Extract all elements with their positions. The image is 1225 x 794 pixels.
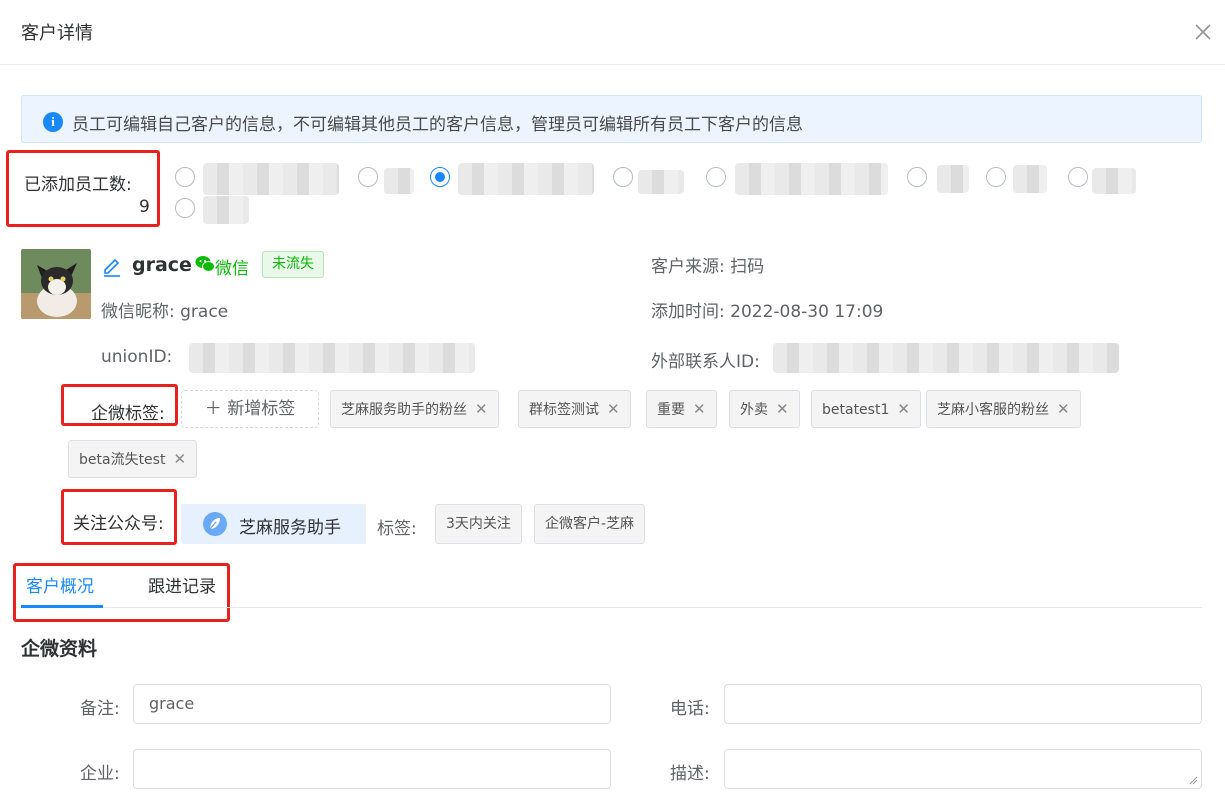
status-badge: 未流失 [262,251,324,278]
customer-avatar [21,249,91,319]
tags-label: 企微标签: [91,404,165,424]
unionid-redacted [189,343,475,373]
tag-remove-icon[interactable]: ✕ [173,450,186,468]
staff-radio-selected[interactable] [430,167,450,187]
phone-label: 电话: [670,699,710,719]
tag-remove-icon[interactable]: ✕ [475,400,488,418]
resize-handle-icon[interactable] [1189,776,1198,785]
unionid-label: unionID: [101,347,173,367]
tab-overview[interactable]: 客户概况 [26,572,94,597]
phone-input[interactable] [724,684,1202,724]
official-account-card: 芝麻服务助手 [181,504,366,544]
info-notice: i 员工可编辑自己客户的信息，不可编辑其他员工的客户信息，管理员可编辑所有员工下… [21,95,1202,143]
tag-chip-label: beta流失test [79,452,166,468]
active-tab-indicator [21,605,103,608]
official-account-tag: 3天内关注 [435,504,522,544]
tag-chip: beta流失test ✕ [68,440,198,478]
remark-label: 备注: [80,699,120,719]
tag-chip: 重要 ✕ [646,390,717,428]
tag-chip-label: 外卖 [740,402,768,418]
staff-name-redacted [1013,165,1047,193]
staff-name-redacted [203,163,339,195]
official-account-label: 关注公众号: [73,514,164,534]
tag-chip-label: betatest1 [822,402,890,418]
info-icon: i [43,112,63,132]
company-label: 企业: [80,764,120,784]
staff-name-redacted [203,196,249,224]
staff-name-redacted [735,163,888,195]
nickname-row: 微信昵称: grace [101,297,228,322]
dialog-title: 客户详情 [21,23,93,44]
staff-count-value: 9 [139,197,150,217]
tag-chip: 芝麻服务助手的粉丝 ✕ [330,390,499,428]
official-account-name: 芝麻服务助手 [239,518,341,538]
staff-radio[interactable] [175,198,195,218]
notice-text: 员工可编辑自己客户的信息，不可编辑其他员工的客户信息，管理员可编辑所有员工下客户… [72,115,803,135]
tag-chip: 芝麻小客服的粉丝 ✕ [926,390,1081,428]
customer-name: grace [132,254,192,276]
staff-radio[interactable] [907,167,927,187]
add-time-value: 2022-08-30 17:09 [730,302,884,322]
staff-radio[interactable] [986,167,1006,187]
section-title: 企微资料 [21,638,98,660]
tabs-divider [21,607,1202,608]
add-time-row: 添加时间: 2022-08-30 17:09 [651,297,883,322]
tag-remove-icon[interactable]: ✕ [607,400,620,418]
official-account-logo-icon [202,511,228,537]
official-account-tag-label: 3天内关注 [446,516,511,532]
official-account-tag-label: 企微客户-芝麻 [545,516,635,532]
external-id-redacted [773,343,1119,373]
staff-name-redacted [937,165,969,193]
remark-input[interactable]: grace [133,684,611,724]
staff-name-redacted [1092,168,1136,194]
dialog-header: 客户详情 [0,0,1225,65]
staff-radio[interactable] [706,167,726,187]
close-icon[interactable] [1191,20,1215,44]
tag-chip-label: 芝麻小客服的粉丝 [937,402,1049,418]
external-id-label: 外部联系人ID: [651,352,760,372]
description-textarea[interactable] [724,749,1202,789]
staff-radio[interactable] [613,167,633,187]
staff-radio[interactable] [175,167,195,187]
tag-remove-icon[interactable]: ✕ [776,400,789,418]
staff-name-redacted [638,170,684,194]
tab-follow-up[interactable]: 跟进记录 [148,572,216,597]
nickname-value: grace [180,302,229,322]
tag-chip: betatest1 ✕ [811,390,921,428]
tag-chip-label: 重要 [657,402,685,418]
wechat-label: 微信 [215,259,249,279]
source-label: 客户来源: [651,257,725,277]
staff-count-label: 已添加员工数: [24,175,132,195]
tag-remove-icon[interactable]: ✕ [1057,400,1070,418]
edit-icon[interactable] [101,255,123,277]
staff-radio[interactable] [358,167,378,187]
nickname-label: 微信昵称: [101,302,175,322]
tag-chip-label: 芝麻服务助手的粉丝 [341,402,467,418]
wechat-icon [195,255,215,273]
source-value: 扫码 [730,257,765,277]
description-label: 描述: [670,764,710,784]
add-tag-button[interactable]: ＋ 新增标签 [181,390,319,428]
staff-name-redacted [458,163,594,195]
official-account-tag: 企微客户-芝麻 [534,504,646,544]
tag-chip: 外卖 ✕ [729,390,800,428]
add-tag-label: 新增标签 [227,399,296,419]
staff-radio[interactable] [1068,167,1088,187]
plus-icon: ＋ [204,399,222,419]
official-account-tags-label: 标签: [377,519,417,539]
add-time-label: 添加时间: [651,302,725,322]
tag-chip-label: 群标签测试 [529,402,599,418]
source-row: 客户来源: 扫码 [651,252,764,277]
tag-remove-icon[interactable]: ✕ [897,400,910,418]
tag-chip: 群标签测试 ✕ [518,390,631,428]
staff-name-redacted [384,168,414,194]
tag-remove-icon[interactable]: ✕ [693,400,706,418]
company-input[interactable] [133,749,611,789]
